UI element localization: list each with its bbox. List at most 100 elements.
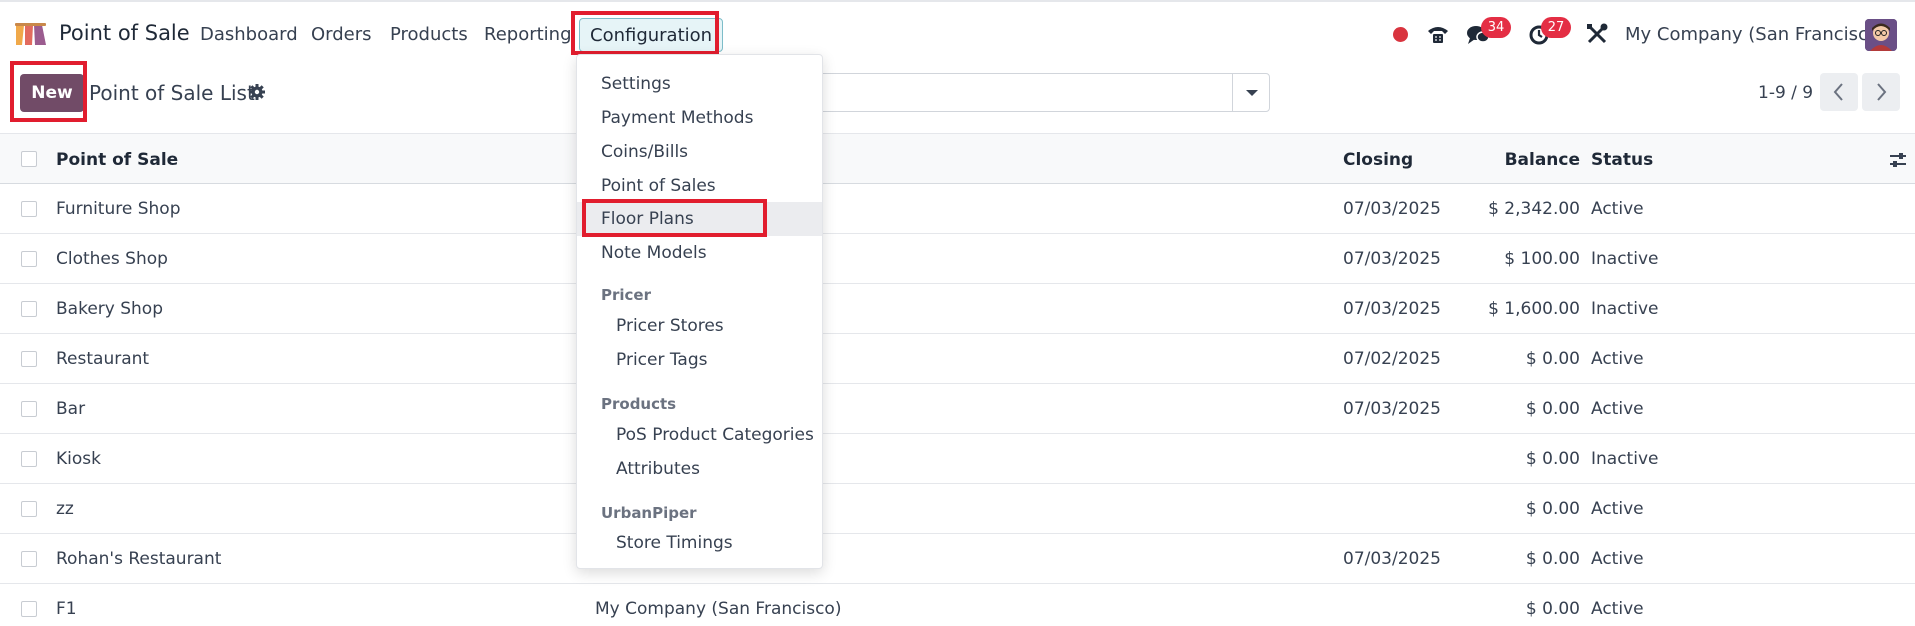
cell-name: Rohan's Restaurant	[56, 549, 222, 569]
cell-closing: 07/03/2025	[1343, 549, 1441, 569]
cell-closing: 07/03/2025	[1343, 199, 1441, 219]
cell-balance: $ 1,600.00	[1488, 299, 1580, 319]
row-checkbox[interactable]	[21, 401, 37, 417]
cell-status: Active	[1591, 399, 1644, 419]
menu-pricer-stores[interactable]: Pricer Stores	[577, 309, 822, 343]
page-title: Point of Sale List	[89, 81, 255, 105]
cell-balance: $ 0.00	[1525, 399, 1580, 419]
menu-floor-plans[interactable]: Floor Plans	[577, 202, 822, 236]
user-avatar-icon	[1865, 19, 1897, 51]
table-row[interactable]: Restaurant 07/02/2025 $ 0.00 Active	[0, 334, 1915, 384]
row-checkbox[interactable]	[21, 351, 37, 367]
section-header-urbanpiper: UrbanPiper	[601, 504, 697, 522]
recording-indicator-icon[interactable]	[1393, 27, 1408, 42]
cell-status: Inactive	[1591, 449, 1659, 469]
cell-closing: 07/02/2025	[1343, 349, 1441, 369]
menu-note-models[interactable]: Note Models	[577, 236, 822, 270]
cell-status: Active	[1591, 499, 1644, 519]
menu-store-timings[interactable]: Store Timings	[577, 526, 822, 560]
menu-orders[interactable]: Orders	[311, 24, 372, 45]
row-checkbox[interactable]	[21, 251, 37, 267]
menu-products[interactable]: Products	[390, 24, 468, 45]
menu-reporting[interactable]: Reporting	[484, 24, 572, 45]
cell-name: Bakery Shop	[56, 299, 163, 319]
pager-next-button[interactable]	[1862, 73, 1900, 111]
table-row[interactable]: F1 My Company (San Francisco) $ 0.00 Active	[0, 584, 1915, 626]
column-header-status[interactable]: Status	[1591, 150, 1653, 170]
cell-name: Clothes Shop	[56, 249, 168, 269]
cell-name: Bar	[56, 399, 86, 419]
top-navbar: Point of Sale Dashboard Orders Products …	[0, 0, 1915, 66]
menu-payment-methods[interactable]: Payment Methods	[577, 101, 822, 135]
chat-count-badge: 34	[1481, 17, 1511, 38]
cell-company: My Company (San Francisco)	[595, 599, 842, 619]
select-all-checkbox[interactable]	[21, 151, 37, 167]
cell-name: Kiosk	[56, 449, 101, 469]
configuration-dropdown: Settings Payment Methods Coins/Bills Poi…	[576, 54, 823, 569]
table-row[interactable]: Bakery Shop 07/03/2025 $ 1,600.00 Inactive	[0, 284, 1915, 334]
activity-count-badge: 27	[1541, 17, 1571, 38]
gear-icon[interactable]	[248, 83, 266, 101]
menu-configuration[interactable]: Configuration	[579, 18, 724, 52]
pager-value[interactable]: 1-9 / 9	[1758, 83, 1813, 103]
table-row[interactable]: Bar 07/03/2025 $ 0.00 Active	[0, 384, 1915, 434]
table-row[interactable]: Kiosk $ 0.00 Inactive	[0, 434, 1915, 484]
pos-app-icon[interactable]	[14, 21, 48, 47]
cell-balance: $ 0.00	[1525, 499, 1580, 519]
cell-balance: $ 0.00	[1525, 349, 1580, 369]
row-checkbox[interactable]	[21, 551, 37, 567]
table-row[interactable]: Clothes Shop 07/03/2025 $ 100.00 Inactive	[0, 234, 1915, 284]
cell-name: zz	[56, 499, 74, 519]
cell-status: Inactive	[1591, 299, 1659, 319]
cell-status: Inactive	[1591, 249, 1659, 269]
table-row[interactable]: Rohan's Restaurant 07/03/2025 $ 0.00 Active	[0, 534, 1915, 584]
row-checkbox[interactable]	[21, 451, 37, 467]
cell-name: Furniture Shop	[56, 199, 181, 219]
chevron-left-icon	[1833, 83, 1843, 101]
cell-status: Active	[1591, 349, 1644, 369]
section-header-products: Products	[601, 395, 677, 413]
menu-point-of-sales[interactable]: Point of Sales	[577, 169, 822, 203]
user-avatar[interactable]	[1865, 19, 1897, 51]
menu-pricer-tags[interactable]: Pricer Tags	[577, 343, 822, 377]
caret-down-icon	[1246, 90, 1258, 96]
column-header-name[interactable]: Point of Sale	[56, 150, 178, 170]
row-checkbox[interactable]	[21, 301, 37, 317]
menu-pos-product-categories[interactable]: PoS Product Categories	[577, 418, 822, 452]
new-button[interactable]: New	[20, 74, 84, 112]
menu-attributes[interactable]: Attributes	[577, 452, 822, 486]
cell-balance: $ 0.00	[1525, 549, 1580, 569]
company-switcher[interactable]: My Company (San Francisco)	[1625, 24, 1886, 45]
cell-status: Active	[1591, 199, 1644, 219]
row-checkbox[interactable]	[21, 501, 37, 517]
menu-settings[interactable]: Settings	[577, 67, 822, 101]
section-header-pricer: Pricer	[601, 286, 651, 304]
table-row[interactable]: zz $ 0.00 Active	[0, 484, 1915, 534]
menu-coins-bills[interactable]: Coins/Bills	[577, 135, 822, 169]
app-name[interactable]: Point of Sale	[59, 21, 190, 45]
tools-icon[interactable]	[1583, 20, 1611, 48]
pos-list: Point of Sale Closing Balance Status Fur…	[0, 133, 1915, 626]
cell-closing: 07/03/2025	[1343, 249, 1441, 269]
optional-columns-icon[interactable]	[1888, 150, 1908, 170]
column-header-balance[interactable]: Balance	[1505, 150, 1580, 170]
cell-closing: 07/03/2025	[1343, 399, 1441, 419]
row-checkbox[interactable]	[21, 601, 37, 617]
table-row[interactable]: Furniture Shop 07/03/2025 $ 2,342.00 Active	[0, 184, 1915, 234]
cell-name: F1	[56, 599, 77, 619]
cell-balance: $ 0.00	[1525, 449, 1580, 469]
cell-status: Active	[1591, 599, 1644, 619]
search-options-toggle[interactable]	[1232, 73, 1270, 112]
phone-icon[interactable]	[1424, 20, 1452, 48]
cell-closing: 07/03/2025	[1343, 299, 1441, 319]
row-checkbox[interactable]	[21, 201, 37, 217]
list-header: Point of Sale Closing Balance Status	[0, 133, 1915, 184]
cell-balance: $ 0.00	[1525, 599, 1580, 619]
cell-balance: $ 100.00	[1504, 249, 1580, 269]
cell-name: Restaurant	[56, 349, 150, 369]
cell-status: Active	[1591, 549, 1644, 569]
chevron-right-icon	[1877, 83, 1887, 101]
menu-dashboard[interactable]: Dashboard	[200, 24, 298, 45]
pager-previous-button[interactable]	[1820, 73, 1858, 111]
column-header-closing[interactable]: Closing	[1343, 150, 1413, 170]
